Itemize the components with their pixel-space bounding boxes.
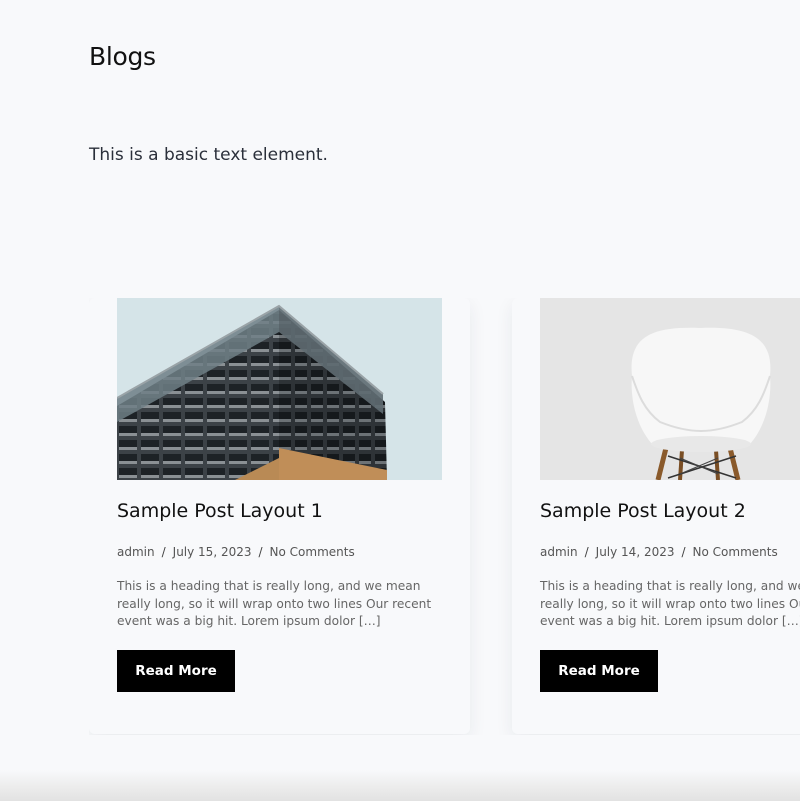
post-thumbnail-building[interactable] bbox=[117, 298, 442, 480]
post-title[interactable]: Sample Post Layout 1 bbox=[117, 500, 323, 522]
meta-separator: / bbox=[584, 545, 589, 559]
meta-separator: / bbox=[681, 545, 686, 559]
post-author[interactable]: admin bbox=[117, 545, 155, 559]
post-meta: admin / July 15, 2023 / No Comments bbox=[117, 545, 355, 559]
post-comments[interactable]: No Comments bbox=[270, 545, 355, 559]
post-meta: admin / July 14, 2023 / No Comments bbox=[540, 545, 778, 559]
meta-separator: / bbox=[161, 545, 166, 559]
building-image bbox=[117, 298, 442, 480]
meta-separator: / bbox=[258, 545, 263, 559]
intro-text: This is a basic text element. bbox=[89, 145, 328, 165]
post-grid: Sample Post Layout 1 admin / July 15, 2023… bbox=[89, 298, 800, 735]
post-excerpt: This is a heading that is really long, a… bbox=[540, 579, 800, 628]
post-date[interactable]: July 14, 2023 bbox=[596, 545, 675, 559]
post-thumbnail-chair[interactable] bbox=[540, 298, 800, 480]
read-more-button[interactable]: Read More bbox=[540, 650, 658, 692]
post-comments[interactable]: No Comments bbox=[693, 545, 778, 559]
post-card: Sample Post Layout 1 admin / July 15, 2023… bbox=[89, 298, 470, 734]
read-more-button[interactable]: Read More bbox=[117, 650, 235, 692]
post-card: Sample Post Layout 2 admin / July 14, 2023… bbox=[512, 298, 800, 734]
blog-page: Blogs This is a basic text element. Samp… bbox=[0, 0, 800, 801]
chair-image bbox=[540, 298, 800, 480]
post-title[interactable]: Sample Post Layout 2 bbox=[540, 500, 746, 522]
post-excerpt: This is a heading that is really long, a… bbox=[117, 579, 432, 628]
post-author[interactable]: admin bbox=[540, 545, 578, 559]
post-date[interactable]: July 15, 2023 bbox=[173, 545, 252, 559]
window-bottom-shadow bbox=[0, 770, 800, 801]
page-title: Blogs bbox=[89, 42, 156, 71]
